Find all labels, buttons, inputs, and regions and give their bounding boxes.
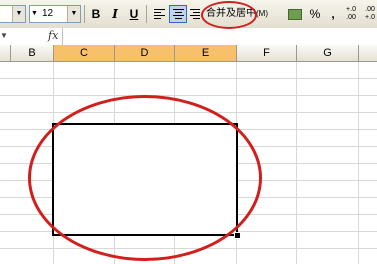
comma-style-button[interactable]: , xyxy=(324,5,342,23)
column-header-b[interactable]: B xyxy=(11,45,54,62)
column-header-f[interactable]: F xyxy=(237,45,297,62)
bold-button[interactable]: B xyxy=(87,5,105,23)
italic-button[interactable]: I xyxy=(106,5,124,23)
annotation-oval-merged-cell xyxy=(28,95,262,261)
toolbar-separator xyxy=(84,5,85,23)
increase-decimal-button[interactable]: +.0 .00 xyxy=(342,5,360,23)
percent-button[interactable]: % xyxy=(306,5,324,23)
font-name-dropdown[interactable]: ▼ xyxy=(0,5,26,23)
formula-bar: ▼ fx xyxy=(0,28,377,46)
column-header-g[interactable]: G xyxy=(297,45,359,62)
align-center-button[interactable] xyxy=(169,5,187,23)
chevron-down-icon: ▼ xyxy=(67,6,80,22)
chevron-down-icon: ▼ xyxy=(12,6,25,22)
chevron-down-icon: ▼ xyxy=(31,10,38,17)
decrease-decimal-button[interactable]: .00 +.0 xyxy=(361,5,377,23)
row-header-corner[interactable] xyxy=(0,45,11,62)
font-size-value: 12 xyxy=(42,8,54,19)
fx-icon[interactable]: fx xyxy=(48,29,58,42)
annotation-oval-merge-button xyxy=(201,1,257,29)
column-header-h[interactable] xyxy=(359,45,377,62)
align-left-button[interactable] xyxy=(150,5,168,23)
formula-input[interactable] xyxy=(62,28,377,45)
merge-and-center-hotkey: (M) xyxy=(256,9,268,18)
column-header-e[interactable]: E xyxy=(175,45,237,62)
fill-handle[interactable] xyxy=(234,232,241,239)
toolbar-separator xyxy=(146,5,147,23)
currency-icon xyxy=(288,9,302,20)
currency-button[interactable] xyxy=(286,5,304,23)
column-header-d[interactable]: D xyxy=(115,45,175,62)
align-right-button[interactable] xyxy=(188,5,202,23)
underline-button[interactable]: U xyxy=(125,5,143,23)
column-header-c[interactable]: C xyxy=(54,45,115,62)
font-size-dropdown[interactable]: ▼ 12 ▼ xyxy=(29,5,81,23)
formatting-toolbar: ▼ ▼ 12 ▼ B I U 合并及居中(M) % , +.0 .00 .00 … xyxy=(0,0,377,29)
name-box-dropdown-arrow[interactable]: ▼ xyxy=(0,31,10,41)
